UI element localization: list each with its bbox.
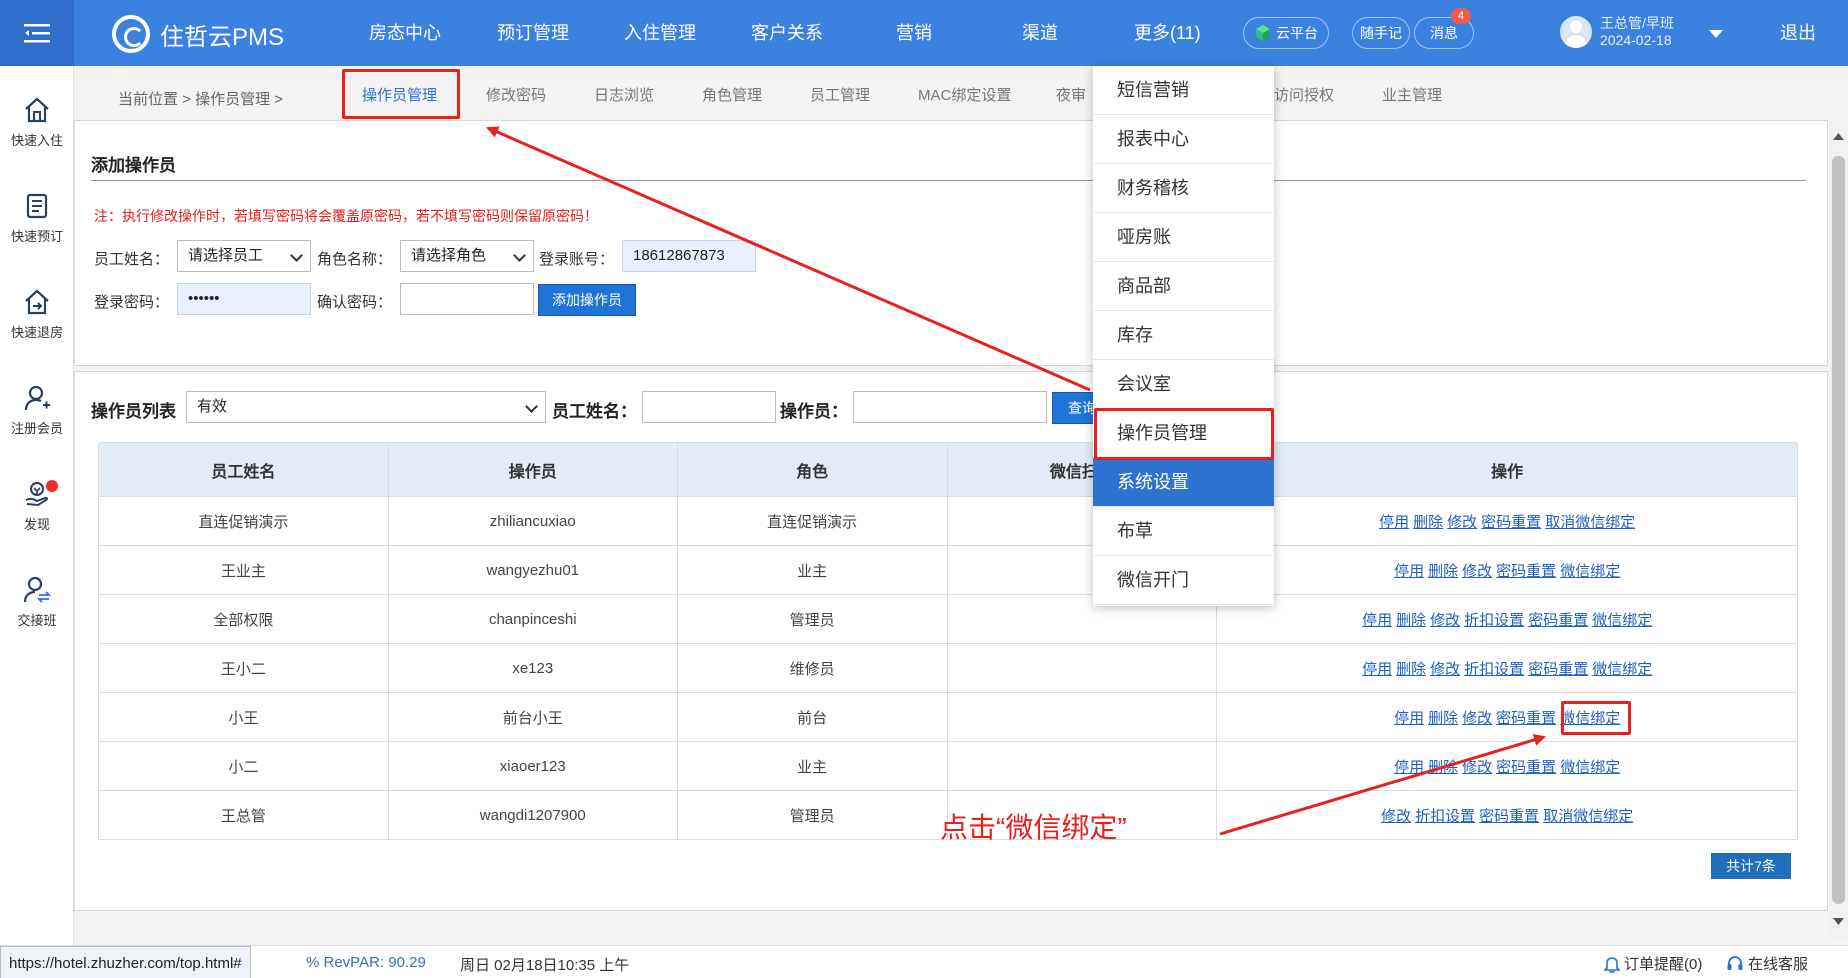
annotation-arrows (486, 126, 1546, 836)
scrollbar-thumb[interactable] (1832, 156, 1845, 904)
arrow-to-tab (486, 126, 1091, 392)
headset-icon (1727, 955, 1743, 970)
scroll-down-icon[interactable] (1833, 918, 1844, 926)
vertical-scrollbar[interactable] (1829, 120, 1848, 940)
revpar-stat: % RevPAR: 90.29 (306, 954, 426, 971)
link-hover-url: https://hotel.zhuzher.com/top.html# (0, 946, 251, 978)
online-service-label: 在线客服 (1748, 956, 1809, 973)
order-reminder-label: 订单提醒(0) (1624, 956, 1703, 973)
order-reminder[interactable]: 订单提醒(0) (1604, 953, 1702, 974)
status-datetime: 周日 02月18日10:35 上午 (460, 957, 630, 974)
bell-icon (1604, 956, 1620, 973)
online-service[interactable]: 在线客服 (1726, 953, 1808, 974)
scroll-up-icon[interactable] (1833, 132, 1844, 140)
status-bar: % RevPAR: 90.29 周日 02月18日10:35 上午 订单提醒(0… (0, 945, 1848, 978)
arrow-to-wechat-bind (1219, 734, 1546, 836)
